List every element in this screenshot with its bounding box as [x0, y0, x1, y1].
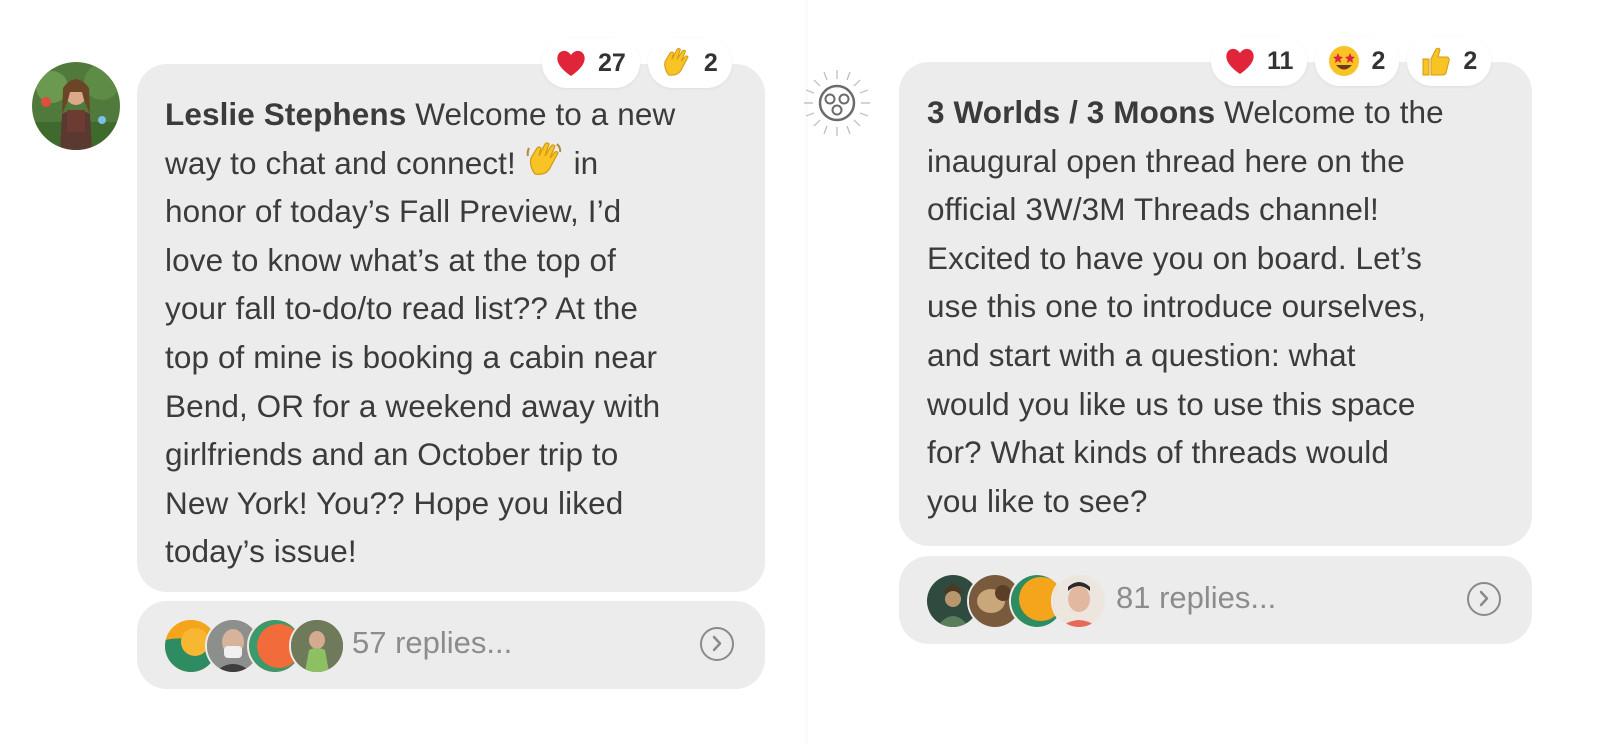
reactions-row: 27 2	[542, 38, 732, 88]
red-heart-icon	[557, 50, 585, 76]
three-moons-logo-icon	[804, 70, 870, 136]
red-heart-icon	[1226, 48, 1254, 74]
reaction-star-struck[interactable]: 2	[1315, 36, 1400, 86]
reaction-thumbs-up[interactable]: 2	[1407, 36, 1492, 86]
reaction-count: 2	[703, 48, 718, 77]
reaction-heart[interactable]: 27	[542, 38, 640, 88]
chevron-right-icon	[1479, 590, 1489, 607]
author-name[interactable]: Leslie Stephens	[165, 96, 406, 132]
avatar	[289, 618, 345, 674]
waving-hand-icon	[526, 141, 561, 175]
replies-count: 81 replies...	[1116, 580, 1277, 615]
replies-count: 57 replies...	[352, 625, 513, 660]
reaction-count: 11	[1267, 46, 1294, 75]
message-bubble[interactable]: 3 Worlds / 3 Moons Welcome to the inaugu…	[899, 62, 1532, 546]
reactions-row: 11 2 2	[1211, 36, 1492, 86]
message-text: Leslie Stephens Welcome to a new way to …	[165, 96, 676, 570]
post-leslie-stephens: Leslie Stephens Welcome to a new way to …	[0, 0, 805, 744]
chevron-right-icon	[712, 635, 722, 652]
open-thread-button[interactable]	[700, 627, 734, 661]
replies-bar[interactable]: 81 replies...	[899, 556, 1532, 644]
reaction-count: 27	[598, 48, 626, 77]
author-avatar[interactable]	[802, 68, 872, 138]
star-struck-icon	[1329, 46, 1360, 76]
message-bubble[interactable]: Leslie Stephens Welcome to a new way to …	[137, 64, 765, 592]
reply-avatars	[925, 573, 1107, 629]
reaction-count: 2	[1463, 46, 1478, 75]
waving-hand-icon	[663, 48, 689, 76]
message-text: 3 Worlds / 3 Moons Welcome to the inaugu…	[927, 94, 1444, 519]
avatar	[1051, 573, 1107, 629]
reaction-wave[interactable]: 2	[647, 38, 732, 88]
reaction-heart[interactable]: 11	[1211, 36, 1308, 86]
reply-avatars	[163, 618, 345, 674]
post-3-worlds-3-moons: 3 Worlds / 3 Moons Welcome to the inaugu…	[804, 0, 1600, 744]
reaction-count: 2	[1371, 46, 1386, 75]
author-avatar[interactable]	[32, 62, 120, 150]
open-thread-button[interactable]	[1467, 582, 1501, 616]
thumbs-up-icon	[1422, 47, 1451, 76]
author-name[interactable]: 3 Worlds / 3 Moons	[927, 94, 1215, 130]
replies-bar[interactable]: 57 replies...	[137, 601, 765, 689]
